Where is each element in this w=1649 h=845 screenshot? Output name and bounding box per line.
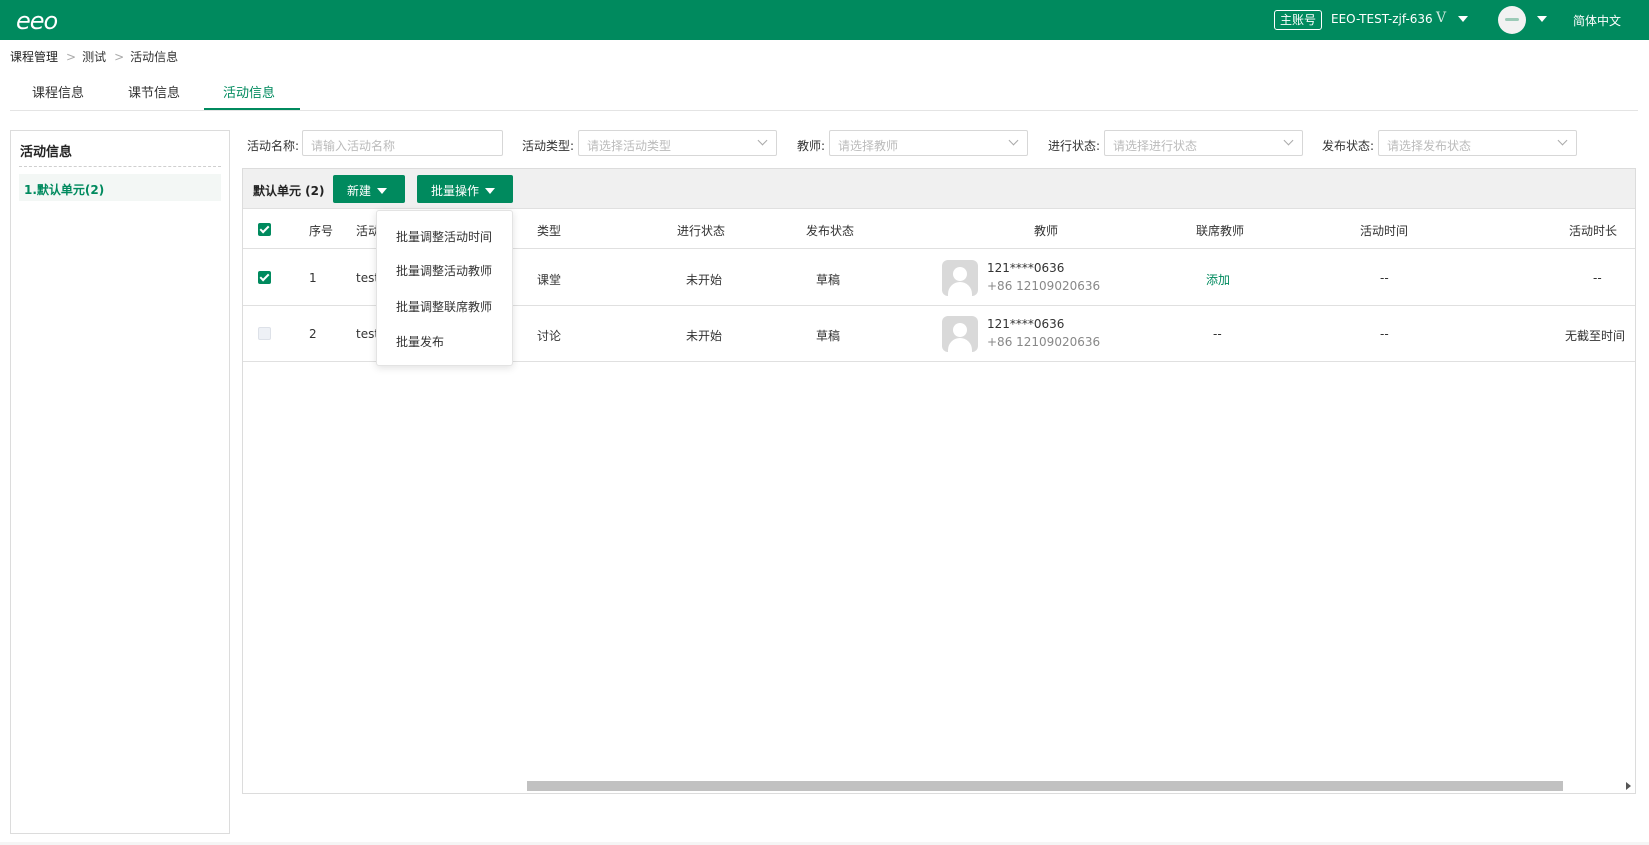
language-selector[interactable]: 简体中文	[1573, 12, 1621, 29]
col-type: 类型	[537, 224, 562, 238]
filter-type-label: 活动类型:	[522, 139, 575, 153]
sidebar-divider	[19, 166, 221, 167]
row-teacher-name: 121****0636	[987, 317, 1065, 331]
new-button-label: 新建	[347, 184, 372, 198]
col-activity-time: 活动时间	[1360, 224, 1409, 238]
row-type: 讨论	[537, 329, 562, 343]
row-checkbox[interactable]	[258, 271, 271, 284]
menu-batch-publish[interactable]: 批量发布	[396, 333, 444, 350]
progress-status-placeholder: 请选择进行状态	[1113, 139, 1198, 153]
chevron-down-icon	[1008, 135, 1019, 146]
chevron-down-icon	[1557, 135, 1568, 146]
sidebar-title: 活动信息	[20, 145, 73, 160]
row-progress: 未开始	[686, 273, 723, 287]
unit-sidebar: 活动信息 1.默认单元(2)	[10, 130, 230, 834]
horizontal-scrollbar[interactable]	[243, 779, 1635, 793]
activity-type-placeholder: 请选择活动类型	[587, 139, 672, 153]
tab-bar: 课程信息 课节信息 活动信息	[10, 70, 1638, 111]
tab-lesson-info[interactable]: 课节信息	[128, 82, 180, 101]
unit-count-label: 默认单元 (2)	[253, 184, 325, 198]
teacher-avatar	[942, 260, 978, 296]
chevron-down-icon	[757, 135, 768, 146]
menu-batch-adjust-time[interactable]: 批量调整活动时间	[396, 228, 492, 245]
filter-teacher-label: 教师:	[797, 139, 826, 153]
active-tab-indicator	[204, 108, 300, 110]
row-duration: 无截至时间	[1565, 329, 1626, 343]
col-publish: 发布状态	[806, 224, 855, 238]
row-publish: 草稿	[816, 273, 841, 287]
table-toolbar: 默认单元 (2) 新建 批量操作	[243, 169, 1635, 209]
new-activity-button[interactable]: 新建	[333, 175, 405, 203]
col-duration: 活动时长	[1569, 224, 1618, 238]
row-type: 课堂	[537, 273, 562, 287]
filter-name-label: 活动名称:	[247, 139, 300, 153]
row-activity-time: --	[1380, 327, 1389, 341]
select-all-checkbox[interactable]	[258, 223, 271, 236]
account-name[interactable]: EEO-TEST-zjf-636	[1331, 12, 1433, 26]
publish-status-placeholder: 请选择发布状态	[1387, 139, 1472, 153]
activity-name-input[interactable]: 请输入活动名称	[302, 130, 503, 156]
menu-batch-adjust-co-teacher[interactable]: 批量调整联席教师	[396, 298, 492, 315]
row-duration: --	[1593, 271, 1602, 285]
breadcrumb-separator: >	[66, 50, 77, 64]
row-teacher-phone: +86 12109020636	[987, 279, 1101, 293]
breadcrumb: 课程管理 > 测试 > 活动信息	[10, 48, 184, 65]
activity-name-placeholder: 请输入活动名称	[311, 139, 396, 153]
filter-progress-label: 进行状态:	[1048, 139, 1101, 153]
scrollbar-thumb[interactable]	[527, 781, 1563, 791]
teacher-avatar	[942, 316, 978, 352]
vip-icon: V	[1436, 10, 1447, 26]
filter-publish-label: 发布状态:	[1322, 139, 1375, 153]
col-progress: 进行状态	[677, 224, 726, 238]
batch-operation-button[interactable]: 批量操作	[417, 175, 513, 203]
row-checkbox[interactable]	[258, 327, 271, 340]
progress-status-select[interactable]: 请选择进行状态	[1104, 130, 1303, 156]
tab-course-info[interactable]: 课程信息	[32, 82, 84, 101]
caret-down-icon	[377, 188, 388, 194]
top-nav-bar: eeo 主账号 EEO-TEST-zjf-636 V 简体中文	[0, 0, 1649, 40]
col-co-teacher: 联席教师	[1196, 224, 1245, 238]
row-teacher-name: 121****0636	[987, 261, 1065, 275]
chevron-down-icon	[1283, 135, 1294, 146]
sidebar-item-default-unit[interactable]: 1.默认单元(2)	[19, 174, 221, 201]
avatar-dropdown-icon[interactable]	[1537, 16, 1547, 22]
breadcrumb-activity-info: 活动信息	[130, 50, 179, 64]
breadcrumb-test[interactable]: 测试	[82, 50, 106, 64]
publish-status-select[interactable]: 请选择发布状态	[1378, 130, 1577, 156]
col-teacher: 教师	[1034, 224, 1059, 238]
add-co-teacher-link[interactable]: 添加	[1206, 271, 1230, 288]
row-co-teacher: --	[1213, 327, 1222, 341]
row-index: 1	[309, 271, 317, 285]
eeo-logo[interactable]: eeo	[16, 7, 58, 35]
activity-type-select[interactable]: 请选择活动类型	[578, 130, 777, 156]
row-publish: 草稿	[816, 329, 841, 343]
scroll-right-arrow-icon[interactable]	[1626, 782, 1631, 790]
main-account-badge: 主账号	[1274, 10, 1323, 30]
batch-button-label: 批量操作	[431, 184, 480, 198]
breadcrumb-separator: >	[114, 50, 125, 64]
account-dropdown-icon[interactable]	[1458, 16, 1468, 22]
row-activity-time: --	[1380, 271, 1389, 285]
col-index: 序号	[309, 224, 334, 238]
teacher-select[interactable]: 请选择教师	[829, 130, 1028, 156]
caret-down-icon	[485, 188, 496, 194]
breadcrumb-course-management[interactable]: 课程管理	[10, 50, 58, 64]
row-teacher-phone: +86 12109020636	[987, 335, 1101, 349]
batch-operation-menu: 批量调整活动时间 批量调整活动教师 批量调整联席教师 批量发布	[376, 210, 513, 366]
menu-batch-adjust-teacher[interactable]: 批量调整活动教师	[396, 262, 492, 279]
row-progress: 未开始	[686, 329, 723, 343]
teacher-placeholder: 请选择教师	[838, 139, 899, 153]
row-index: 2	[309, 327, 317, 341]
tab-activity-info[interactable]: 活动信息	[223, 82, 275, 101]
user-avatar[interactable]	[1498, 6, 1526, 34]
